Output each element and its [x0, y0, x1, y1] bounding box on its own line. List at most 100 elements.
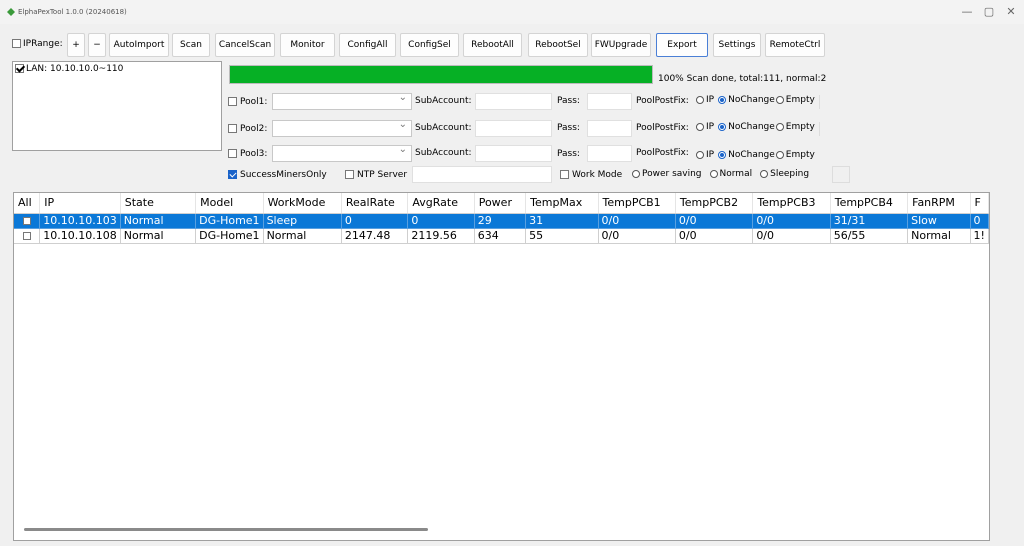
- pool1-ip-radio[interactable]: [696, 95, 704, 104]
- col-header-temppcb2[interactable]: TempPCB2: [675, 193, 754, 214]
- ntp-server-checkbox[interactable]: [345, 170, 354, 179]
- pool2-empty-radio[interactable]: [775, 122, 784, 131]
- lan-item-checkbox[interactable]: [15, 64, 24, 73]
- col-header-avgrate[interactable]: AvgRate: [407, 193, 475, 214]
- scan-button[interactable]: Scan: [172, 33, 210, 57]
- row-checkbox[interactable]: [22, 217, 31, 225]
- pool3-ip-radio[interactable]: [696, 150, 704, 159]
- col-header-ip[interactable]: IP: [39, 193, 121, 214]
- col-header-temppcb1[interactable]: TempPCB1: [598, 193, 676, 214]
- pool1-pass-label: Pass:: [557, 96, 580, 106]
- export-button[interactable]: Export: [656, 33, 708, 57]
- add-range-button[interactable]: +: [67, 33, 85, 57]
- ntp-server-toggle[interactable]: NTP Server: [345, 170, 407, 180]
- pool3-pass-label: Pass:: [557, 149, 580, 159]
- lan-item[interactable]: LAN: 10.10.10.0~110: [15, 64, 123, 74]
- pool2-subaccount-input[interactable]: [475, 120, 552, 137]
- col-header-fanrpm[interactable]: FanRPM: [907, 193, 971, 214]
- pool2-checkbox[interactable]: [228, 124, 237, 133]
- success-only-toggle[interactable]: SuccessMinersOnly: [228, 170, 327, 180]
- pool2-ip-radio[interactable]: [696, 122, 704, 131]
- pool1-pass-input[interactable]: [587, 93, 632, 110]
- pool2-select[interactable]: [272, 119, 412, 137]
- cell-temppcb2: 0/0: [675, 228, 754, 244]
- col-header-tempmax[interactable]: TempMax: [525, 193, 599, 214]
- success-only-checkbox[interactable]: [228, 170, 237, 179]
- cancelscan-button[interactable]: CancelScan: [215, 33, 275, 57]
- pool1-label: Pool1:: [240, 97, 268, 107]
- sleeping-radio[interactable]: [760, 169, 769, 178]
- cell-fanrpm: Normal: [907, 228, 971, 244]
- lan-item-label: LAN: 10.10.10.0~110: [26, 64, 124, 74]
- pool1-empty-radio[interactable]: [775, 95, 784, 104]
- iprange-checkbox[interactable]: [12, 39, 21, 48]
- pool1-postfix-label: PoolPostFix:: [636, 96, 689, 106]
- table-row[interactable]: 10.10.10.108 Normal DG-Home1 Normal 2147…: [14, 228, 989, 244]
- table-row[interactable]: 10.10.10.103 Normal DG-Home1 Sleep 0 0 2…: [14, 213, 989, 229]
- cell-ip: 10.10.10.103: [39, 213, 121, 229]
- cell-avgrate: 0: [407, 213, 475, 229]
- minimize-button[interactable]: —: [956, 4, 978, 20]
- horizontal-scrollbar[interactable]: [24, 528, 428, 531]
- settings-button[interactable]: Settings: [713, 33, 761, 57]
- col-header-workmode[interactable]: WorkMode: [263, 193, 342, 214]
- rebootsel-button[interactable]: RebootSel: [528, 33, 588, 57]
- cell-temppcb1: 0/0: [598, 213, 676, 229]
- pool3-empty-radio[interactable]: [775, 150, 784, 159]
- col-header-model[interactable]: Model: [195, 193, 264, 214]
- miners-table[interactable]: All IP State Model WorkMode RealRate Avg…: [13, 192, 990, 541]
- pool2-toggle[interactable]: Pool2:: [228, 124, 267, 134]
- col-header-all[interactable]: All: [14, 193, 41, 214]
- autoimport-button[interactable]: AutoImport: [109, 33, 169, 57]
- row-checkbox[interactable]: [22, 232, 31, 240]
- col-header-realrate[interactable]: RealRate: [341, 193, 409, 214]
- pool2-label: Pool2:: [240, 124, 268, 134]
- pool1-subaccount-input[interactable]: [475, 93, 552, 110]
- row-checkbox-cell[interactable]: [14, 228, 41, 244]
- pool2-pass-input[interactable]: [587, 120, 632, 137]
- remove-range-button[interactable]: −: [88, 33, 106, 57]
- col-header-f[interactable]: F: [970, 193, 989, 214]
- pool3-postfix-label: PoolPostFix:: [636, 148, 689, 158]
- lan-list[interactable]: LAN: 10.10.10.0~110: [12, 61, 222, 151]
- pool3-select[interactable]: [272, 144, 412, 162]
- power-saving-radio[interactable]: [632, 169, 640, 178]
- work-mode-toggle[interactable]: Work Mode: [560, 170, 622, 180]
- work-mode-spacer: [832, 166, 850, 183]
- pool3-pass-input[interactable]: [587, 145, 632, 162]
- work-mode-checkbox[interactable]: [560, 170, 569, 179]
- pool3-label: Pool3:: [240, 149, 268, 159]
- maximize-button[interactable]: ▢: [978, 4, 1000, 20]
- pool3-toggle[interactable]: Pool3:: [228, 149, 267, 159]
- configall-button[interactable]: ConfigAll: [339, 33, 396, 57]
- remotectrl-button[interactable]: RemoteCtrl: [765, 33, 825, 57]
- pool2-pass-label: Pass:: [557, 123, 580, 133]
- pool1-toggle[interactable]: Pool1:: [228, 97, 267, 107]
- pool1-select[interactable]: [272, 92, 412, 110]
- rebootall-button[interactable]: RebootAll: [463, 33, 522, 57]
- row-checkbox-cell[interactable]: [14, 213, 41, 229]
- cell-model: DG-Home1: [195, 228, 264, 244]
- pool2-nochange-radio[interactable]: [718, 122, 727, 131]
- iprange-toggle[interactable]: IPRange:: [12, 39, 63, 49]
- col-header-power[interactable]: Power: [474, 193, 527, 214]
- configsel-button[interactable]: ConfigSel: [400, 33, 459, 57]
- pool1-checkbox[interactable]: [228, 97, 237, 106]
- monitor-button[interactable]: Monitor: [280, 33, 335, 57]
- cell-power: 634: [474, 228, 527, 244]
- pool3-nochange-radio[interactable]: [718, 150, 727, 159]
- normal-radio[interactable]: [709, 169, 718, 178]
- pool1-nochange-radio[interactable]: [718, 95, 727, 104]
- app-logo-icon: [7, 8, 15, 16]
- col-header-temppcb3[interactable]: TempPCB3: [752, 193, 831, 214]
- close-button[interactable]: ✕: [1000, 4, 1022, 20]
- power-saving-label: Power saving: [642, 169, 702, 179]
- col-header-temppcb4[interactable]: TempPCB4: [830, 193, 909, 214]
- pool3-subaccount-input[interactable]: [475, 145, 552, 162]
- fwupgrade-button[interactable]: FWUpgrade: [591, 33, 651, 57]
- ntp-server-input[interactable]: [412, 166, 552, 183]
- pool2-nochange-label: NoChange: [728, 122, 775, 132]
- pool2-postfix-options: IP NoChange Empty: [692, 122, 820, 136]
- col-header-state[interactable]: State: [120, 193, 197, 214]
- pool3-checkbox[interactable]: [228, 149, 237, 158]
